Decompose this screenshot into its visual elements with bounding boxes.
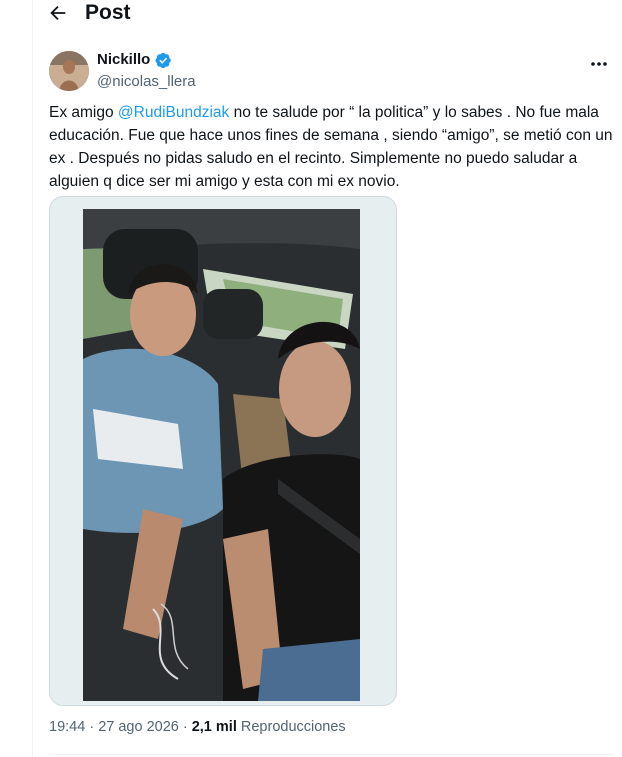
divider — [49, 754, 614, 755]
views-count: 2,1 mil — [191, 719, 237, 735]
post-time[interactable]: 19:44 — [49, 719, 85, 735]
post-date[interactable]: 27 ago 2026 — [98, 719, 179, 735]
post-text: Ex amigo @RudiBundziak no te salude por … — [49, 101, 614, 193]
post-header: Post — [33, 0, 622, 30]
arrow-left-icon[interactable] — [47, 2, 69, 24]
meta-separator-2: · — [178, 719, 192, 735]
selfie-photo[interactable] — [83, 209, 360, 701]
post-media[interactable] — [49, 196, 397, 706]
column-divider — [32, 0, 33, 757]
ellipsis-icon[interactable] — [589, 56, 609, 66]
user-handle[interactable]: @nicolas_llera — [97, 73, 196, 90]
post-text-start: Ex amigo — [49, 104, 118, 121]
verified-badge-icon[interactable] — [155, 52, 172, 69]
views-label: Reproducciones — [236, 719, 346, 735]
post-meta: 19:44 · 27 ago 2026 · 2,1 mil Reproducci… — [49, 719, 346, 735]
meta-separator: · — [85, 719, 99, 735]
post-page: Post Nickillo @nicolas_llera Ex amigo @R… — [0, 0, 622, 757]
page-title: Post — [85, 1, 131, 24]
avatar[interactable] — [49, 51, 89, 91]
mention-link[interactable]: @RudiBundziak — [118, 104, 229, 121]
display-name[interactable]: Nickillo — [97, 51, 150, 68]
